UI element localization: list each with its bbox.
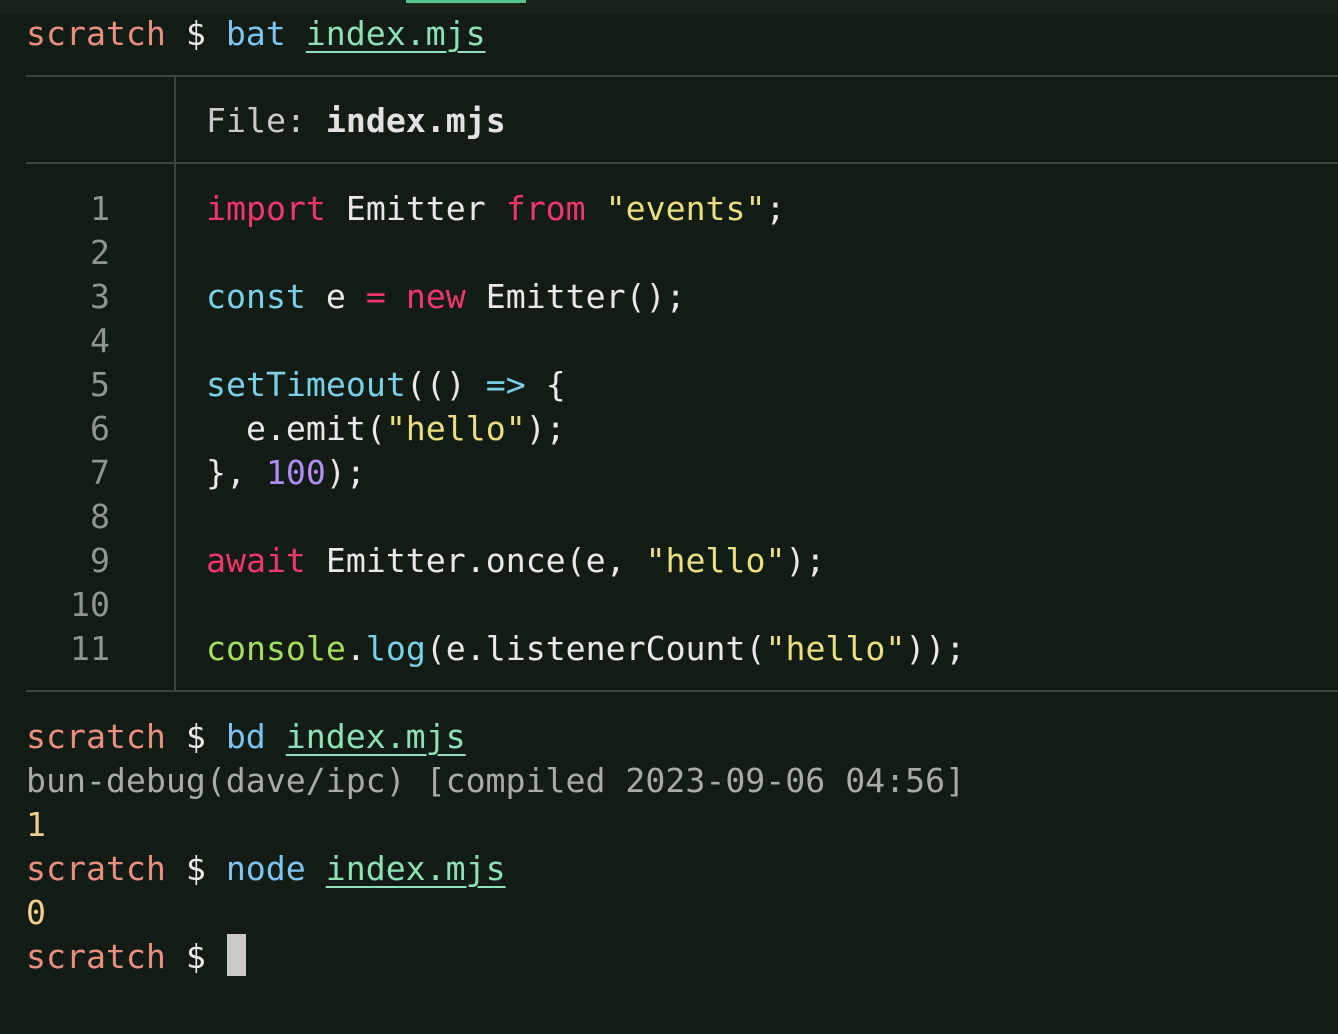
punctuation-token: {	[525, 365, 566, 404]
function-token: setTimeout	[206, 365, 406, 404]
prompt-dir: scratch	[26, 14, 166, 53]
program-output: 0	[26, 893, 46, 932]
identifier-token: e.emit(	[206, 409, 386, 448]
line-number: 5	[90, 365, 110, 404]
prompt-dir: scratch	[26, 717, 166, 756]
line-number: 3	[90, 277, 110, 316]
identifier-token: Emitter.once(e,	[305, 541, 646, 580]
command-argument: index.mjs	[305, 14, 486, 53]
line-number: 6	[90, 409, 110, 448]
code-line: }, 100);	[206, 451, 366, 495]
operator-token: =	[365, 277, 386, 316]
line-number: 1	[90, 189, 110, 228]
punctuation-token: );	[525, 409, 566, 448]
prompt-symbol: $	[185, 14, 206, 53]
active-prompt[interactable]: scratch $	[26, 935, 206, 979]
declaration-token: const	[206, 277, 306, 316]
code-line: await Emitter.once(e, "hello");	[206, 539, 825, 583]
prompt-symbol: $	[185, 717, 206, 756]
prompt-dir: scratch	[26, 849, 166, 888]
line-number: 7	[90, 453, 110, 492]
punctuation-token: (()	[405, 365, 486, 404]
command-line-bd: scratch $ bd index.mjs	[26, 715, 466, 759]
prompt-symbol: $	[185, 849, 206, 888]
identifier-token: e	[305, 277, 366, 316]
code-line: e.emit("hello");	[206, 407, 566, 451]
bat-top-rule	[26, 75, 1338, 77]
punctuation-token: ));	[905, 629, 966, 668]
punctuation-token: .	[345, 629, 366, 668]
bat-file-header: File: index.mjs	[206, 99, 506, 143]
prompt-symbol: $	[185, 937, 206, 976]
string-token: "hello"	[765, 629, 906, 668]
string-token: "events"	[605, 189, 766, 228]
program-output: 1	[26, 805, 46, 844]
keyword-token: await	[206, 541, 306, 580]
line-number: 4	[90, 321, 110, 360]
line-number: 11	[70, 629, 110, 668]
arrow-token: =>	[485, 365, 526, 404]
identifier-token: (e.listenerCount(	[425, 629, 766, 668]
command-argument: index.mjs	[325, 849, 506, 888]
punctuation-token: },	[206, 453, 266, 492]
command-line-bat: scratch $ bat index.mjs	[26, 12, 486, 56]
command-name: node	[225, 849, 306, 888]
code-line: import Emitter from "events";	[206, 187, 785, 231]
line-number: 2	[90, 233, 110, 272]
keyword-token: new	[405, 277, 466, 316]
keyword-token: import	[206, 189, 326, 228]
command-argument: index.mjs	[285, 717, 466, 756]
line-number: 9	[90, 541, 110, 580]
command-line-node: scratch $ node index.mjs	[26, 847, 506, 891]
bat-header-rule	[26, 162, 1338, 164]
command-name: bd	[225, 717, 266, 756]
bat-gutter-divider	[174, 76, 176, 691]
active-tab-indicator	[406, 0, 526, 3]
punctuation-token: );	[785, 541, 826, 580]
line-number: 8	[90, 497, 110, 536]
code-line: setTimeout(() => {	[206, 363, 566, 407]
code-line: console.log(e.listenerCount("hello"));	[206, 627, 965, 671]
command-name: bat	[225, 14, 286, 53]
code-line: const e = new Emitter();	[206, 275, 686, 319]
string-token: "hello"	[385, 409, 526, 448]
identifier-token: Emitter	[325, 189, 506, 228]
punctuation-token: );	[325, 453, 366, 492]
string-token: "hello"	[645, 541, 786, 580]
file-name: index.mjs	[325, 101, 506, 140]
build-info-line: bun-debug(dave/ipc) [compiled 2023-09-06…	[26, 761, 966, 800]
file-label: File:	[206, 101, 326, 140]
keyword-token: from	[505, 189, 586, 228]
text-cursor[interactable]	[227, 934, 246, 976]
line-number: 10	[70, 585, 110, 624]
builtin-token: console	[206, 629, 346, 668]
identifier-token: Emitter();	[465, 277, 686, 316]
function-token: log	[365, 629, 426, 668]
number-token: 100	[265, 453, 326, 492]
punctuation-token: ;	[765, 189, 786, 228]
bat-bottom-rule	[26, 690, 1338, 692]
prompt-dir: scratch	[26, 937, 166, 976]
